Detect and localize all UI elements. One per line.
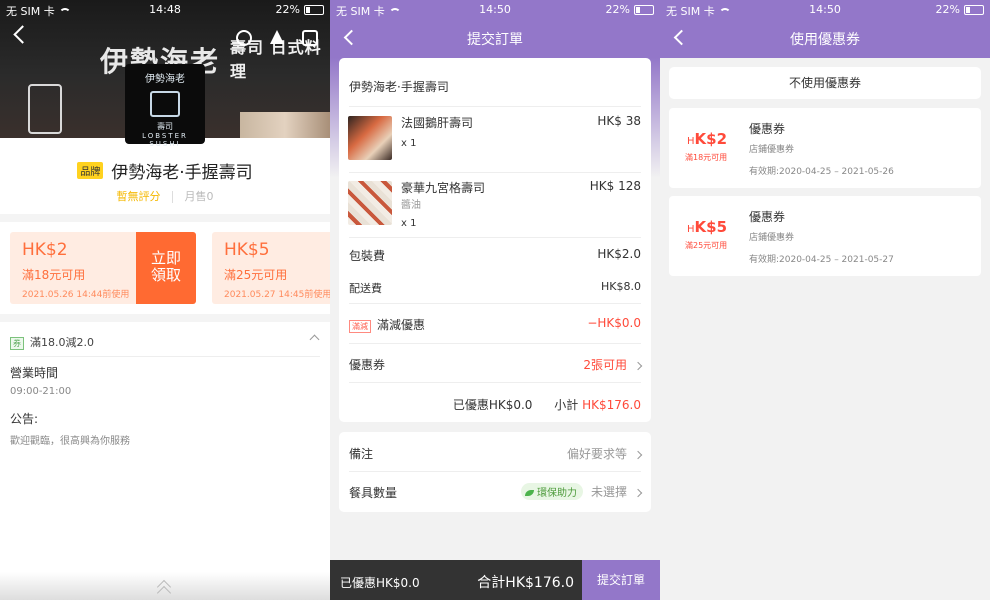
hours-title: 營業時間 xyxy=(10,366,59,380)
remark-field[interactable]: 偏好要求等 xyxy=(567,445,643,462)
discount-tag: 滿減 xyxy=(349,320,371,333)
monthly-sales: 月售0 xyxy=(184,190,214,203)
battery-icon xyxy=(964,5,984,15)
battery-icon xyxy=(634,5,654,15)
item-price: HK$ 38 xyxy=(597,114,641,128)
bottom-total: 合計HK$176.0 xyxy=(477,575,574,591)
delivery-label: 配送費 xyxy=(349,282,382,295)
coupon-title: 優惠券 xyxy=(749,210,786,224)
battery-percent: 22% xyxy=(605,3,630,16)
coupon-title: 優惠券 xyxy=(749,122,786,136)
coupon-panel: 无 SIM 卡 14:50 22% 使用優惠券 不使用優惠券 HK$2 滿18元… xyxy=(660,0,990,600)
coupon-card[interactable]: HK$5 滿25元可用 2021.05.27 14:45前使用 xyxy=(212,232,330,304)
leaf-icon xyxy=(524,490,534,496)
coupon-condition: 滿18元可用 xyxy=(685,153,728,162)
item-qty: x 1 xyxy=(401,218,417,229)
notice-value: 歡迎觀臨，很高興為你服務 xyxy=(10,436,130,447)
coupon-strip[interactable]: HK$2 滿18元可用 2021.05.26 14:44前使用 立即 領取 HK$… xyxy=(0,222,330,314)
sushi-display xyxy=(240,112,330,138)
coupon-validity: 有效期:2020-04-25 – 2021-05-26 xyxy=(749,167,894,177)
brand-badge: 品牌 xyxy=(77,162,104,179)
order-store-name: 伊勢海老·手握壽司 xyxy=(349,80,449,94)
subtotal-label: 小計 xyxy=(554,398,579,412)
battery-percent: 22% xyxy=(935,3,960,16)
store-info-section: 券滿18.0減2.0 營業時間 09:00-21:00 公告: 歡迎觀臨，很高興… xyxy=(0,322,330,600)
utensils-selector[interactable]: 環保助力 未選擇 xyxy=(520,483,643,500)
page-title: 提交訂單 xyxy=(467,32,523,48)
store-stats: 暫無評分 月售0 xyxy=(0,188,330,204)
order-panel: 无 SIM 卡 14:50 22% 提交訂單 伊勢海老·手握壽司 法國鵝肝壽司 … xyxy=(330,0,660,600)
coupon-type: 店鋪優惠券 xyxy=(749,233,795,243)
store-logo: 伊勢海老 壽司 LOBSTER SUSHI xyxy=(125,64,205,148)
promo-row[interactable]: 券滿18.0減2.0 xyxy=(10,334,94,350)
item-price: HK$ 128 xyxy=(589,179,641,193)
status-bar: 无 SIM 卡 14:50 22% xyxy=(660,0,990,20)
coupon-validity: 有效期:2020-04-25 – 2021-05-27 xyxy=(749,255,894,265)
search-icon[interactable] xyxy=(236,30,252,46)
favorite-icon[interactable] xyxy=(270,30,284,44)
coupon-amount: HK$2 xyxy=(687,130,728,148)
chevron-right-icon xyxy=(633,450,643,459)
store-name: 伊勢海老·手握壽司 xyxy=(111,163,253,183)
item-option: 醬油 xyxy=(401,200,421,211)
coupon-type: 店鋪優惠券 xyxy=(749,145,795,155)
coupon-card[interactable]: HK$2 滿18元可用 2021.05.26 14:44前使用 立即 領取 xyxy=(10,232,196,304)
battery-percent: 22% xyxy=(275,3,300,16)
checkout-bar: 已優惠HK$0.0 合計HK$176.0 提交訂單 xyxy=(330,560,660,600)
order-summary: 已優惠HK$0.0 小計 HK$176.0 xyxy=(453,396,641,413)
chevron-right-icon xyxy=(633,488,643,497)
discount-value: −HK$0.0 xyxy=(587,316,641,330)
subtotal-value: HK$176.0 xyxy=(582,398,641,412)
coupon-option[interactable]: HK$2 滿18元可用 優惠券 店鋪優惠券 有效期:2020-04-25 – 2… xyxy=(669,108,981,188)
collapse-icon[interactable] xyxy=(309,334,320,345)
chevron-right-icon xyxy=(633,361,643,370)
store-title-row: 品牌 伊勢海老·手握壽司 xyxy=(0,158,330,183)
bottom-discount: 已優惠HK$0.0 xyxy=(340,576,420,590)
item-qty: x 1 xyxy=(401,138,417,149)
hours-value: 09:00-21:00 xyxy=(10,386,72,397)
submit-order-button[interactable]: 提交訂單 xyxy=(582,560,660,600)
coupon-tag: 券 xyxy=(10,337,24,350)
notice-title: 公告: xyxy=(10,412,39,426)
lantern-image xyxy=(28,84,62,134)
message-icon[interactable] xyxy=(302,30,318,46)
no-coupon-button[interactable]: 不使用優惠券 xyxy=(669,67,981,99)
coupon-selector[interactable]: 2張可用 xyxy=(583,356,643,373)
delivery-value: HK$8.0 xyxy=(601,280,641,293)
packaging-value: HK$2.0 xyxy=(597,247,641,261)
rating: 暫無評分 xyxy=(116,190,161,203)
order-card: 伊勢海老·手握壽司 法國鵝肝壽司 HK$ 38 x 1 豪華九宮格壽司 HK$ … xyxy=(339,58,651,422)
coupon-amount: HK$5 xyxy=(687,218,728,236)
coupon-option[interactable]: HK$5 滿25元可用 優惠券 店鋪優惠券 有效期:2020-04-25 – 2… xyxy=(669,196,981,276)
coupon-condition: 滿25元可用 xyxy=(685,241,728,250)
item-thumbnail xyxy=(348,181,392,225)
item-thumbnail xyxy=(348,116,392,160)
claim-coupon-button[interactable]: 立即 領取 xyxy=(136,232,196,304)
battery-icon xyxy=(304,5,324,15)
summary-discount: 已優惠HK$0.0 xyxy=(452,398,533,412)
eco-badge: 環保助力 xyxy=(520,483,583,500)
lobster-crest-icon xyxy=(150,91,180,117)
status-bar: 无 SIM 卡 14:50 22% xyxy=(330,0,660,20)
status-bar: 无 SIM 卡 14:48 22% xyxy=(0,0,330,20)
page-title: 使用優惠券 xyxy=(790,32,860,48)
extras-card: 備注 偏好要求等 餐具數量 環保助力 未選擇 xyxy=(339,432,651,512)
store-panel: 伊勢海老 壽司 日式料理 无 SIM 卡 14:48 22% 伊勢海老 壽司 L… xyxy=(0,0,330,600)
